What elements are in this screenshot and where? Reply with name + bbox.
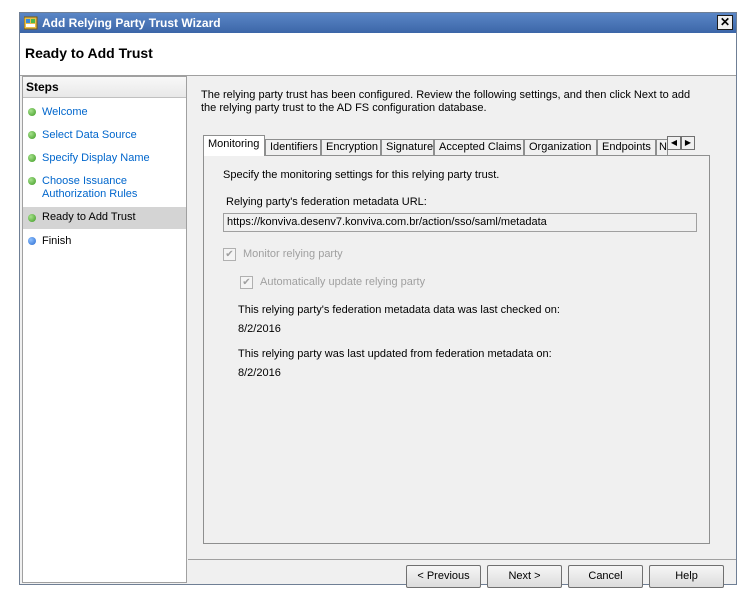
previous-button[interactable]: < Previous — [406, 565, 481, 588]
auto-update-label: Automatically update relying party — [260, 276, 426, 288]
arrow-right-icon: ▶ — [684, 138, 692, 147]
step-pending-icon — [28, 237, 36, 245]
page-header: Ready to Add Trust — [20, 33, 736, 76]
tab-scroll-left-button[interactable]: ◀ — [667, 136, 681, 150]
step-label: Choose Issuance Authorization Rules — [42, 175, 138, 200]
step-ready-to-add-trust[interactable]: Ready to Add Trust — [23, 207, 186, 229]
step-select-data-source[interactable]: Select Data Source — [23, 126, 186, 144]
step-label: Ready to Add Trust — [42, 211, 136, 223]
main-content: The relying party trust has been configu… — [188, 75, 736, 588]
steps-panel: Steps Welcome Select Data Source Specify… — [22, 76, 187, 583]
tab-identifiers[interactable]: Identifiers — [265, 139, 321, 155]
step-done-icon — [28, 177, 36, 185]
footer-divider — [188, 559, 736, 560]
arrow-left-icon: ◀ — [670, 138, 678, 147]
steps-heading: Steps — [23, 77, 186, 98]
monitoring-description: Specify the monitoring settings for this… — [223, 169, 500, 181]
cancel-button[interactable]: Cancel — [568, 565, 643, 588]
title-bar[interactable]: Add Relying Party Trust Wizard ✕ — [20, 13, 736, 33]
tab-encryption[interactable]: Encryption — [321, 139, 381, 155]
help-button[interactable]: Help — [649, 565, 724, 588]
step-done-icon — [28, 131, 36, 139]
next-button[interactable]: Next > — [487, 565, 562, 588]
step-label: Welcome — [42, 106, 88, 118]
last-updated-label: This relying party was last updated from… — [238, 348, 552, 360]
step-done-icon — [28, 108, 36, 116]
page-title: Ready to Add Trust — [25, 45, 153, 61]
step-current-icon — [28, 214, 36, 222]
wizard-window: Add Relying Party Trust Wizard ✕ Ready t… — [19, 12, 737, 588]
wizard-icon — [24, 16, 38, 30]
auto-update-checkbox[interactable]: ✔ — [240, 276, 253, 289]
tab-organization[interactable]: Organization — [524, 139, 597, 155]
step-choose-issuance-authorization-rules[interactable]: Choose Issuance Authorization Rules — [23, 172, 186, 202]
tab-strip: Monitoring Identifiers Encryption Signat… — [203, 135, 731, 156]
tab-monitoring[interactable]: Monitoring — [203, 135, 265, 156]
step-finish: Finish — [23, 232, 186, 250]
tab-accepted-claims[interactable]: Accepted Claims — [434, 139, 524, 155]
tab-endpoints[interactable]: Endpoints — [597, 139, 656, 155]
window-title: Add Relying Party Trust Wizard — [42, 16, 221, 30]
tab-scroll-right-button[interactable]: ▶ — [681, 136, 695, 150]
step-done-icon — [28, 154, 36, 162]
last-checked-value: 8/2/2016 — [238, 323, 281, 335]
check-icon: ✔ — [242, 277, 251, 288]
monitoring-tab-panel: Specify the monitoring settings for this… — [203, 155, 710, 544]
step-specify-display-name[interactable]: Specify Display Name — [23, 149, 186, 167]
check-icon: ✔ — [225, 249, 234, 260]
metadata-url-field[interactable]: https://konviva.desenv7.konviva.com.br/a… — [223, 213, 697, 232]
step-label: Select Data Source — [42, 129, 137, 141]
step-label: Specify Display Name — [42, 152, 150, 164]
metadata-url-label: Relying party's federation metadata URL: — [226, 196, 427, 208]
close-icon: ✕ — [719, 15, 731, 29]
last-updated-value: 8/2/2016 — [238, 367, 281, 379]
tab-signature[interactable]: Signature — [381, 139, 434, 155]
intro-text: The relying party trust has been configu… — [201, 89, 691, 114]
step-welcome[interactable]: Welcome — [23, 103, 186, 121]
monitor-relying-party-checkbox[interactable]: ✔ — [223, 248, 236, 261]
last-checked-label: This relying party's federation metadata… — [238, 304, 560, 316]
close-button[interactable]: ✕ — [717, 15, 733, 30]
monitor-relying-party-label: Monitor relying party — [243, 248, 343, 260]
step-label: Finish — [42, 235, 72, 247]
